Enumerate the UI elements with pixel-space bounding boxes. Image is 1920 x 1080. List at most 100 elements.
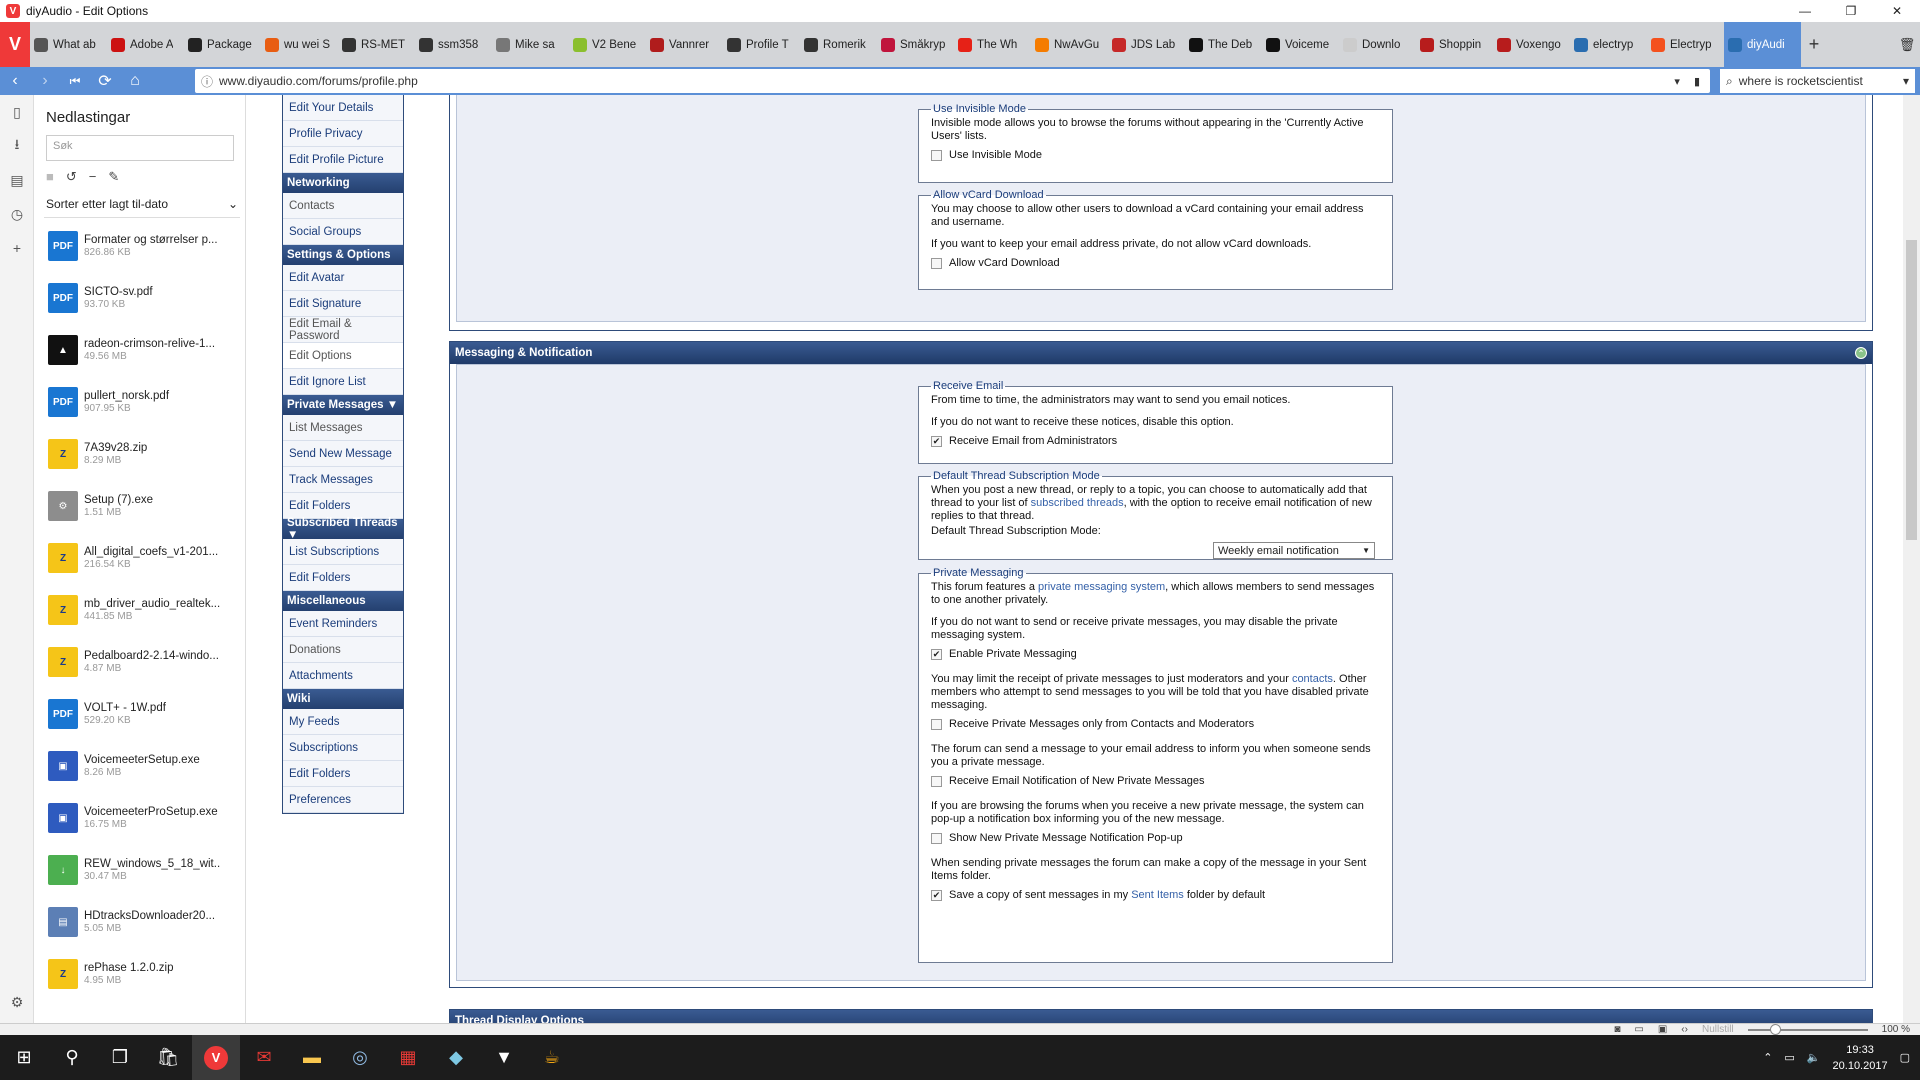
zoom-slider-knob[interactable]: [1769, 1023, 1781, 1035]
invisible-mode-label[interactable]: Use Invisible Mode: [949, 149, 1042, 161]
pm-copy-option[interactable]: ✔ Save a copy of sent messages in my Sen…: [931, 889, 1380, 901]
restore-button[interactable]: ❐: [1828, 0, 1874, 22]
tab-9[interactable]: Profile T: [723, 22, 800, 67]
zoom-reset-button[interactable]: Nullstill: [1702, 1024, 1734, 1035]
voicemeeter-icon[interactable]: ▦: [384, 1035, 432, 1080]
address-field[interactable]: ⓘ www.diyaudio.com/forums/profile.php ▾ …: [195, 69, 1710, 93]
tab-14[interactable]: JDS Lab: [1108, 22, 1185, 67]
nav-item-edit-folders[interactable]: Edit Folders: [283, 761, 403, 787]
download-item[interactable]: ▣ VoicemeeterProSetup.exe 16.75 MB: [34, 792, 245, 844]
scrollbar-thumb[interactable]: [1906, 240, 1917, 540]
pm-popup-option[interactable]: Show New Private Message Notification Po…: [931, 832, 1380, 844]
download-item[interactable]: ⚙ Setup (7).exe 1.51 MB: [34, 480, 245, 532]
nav-item-preferences[interactable]: Preferences: [283, 787, 403, 813]
tab-20[interactable]: electryp: [1570, 22, 1647, 67]
download-item[interactable]: PDF pullert_norsk.pdf 907.95 KB: [34, 376, 245, 428]
contacts-link[interactable]: contacts: [1292, 673, 1333, 685]
nav-item-edit-signature[interactable]: Edit Signature: [283, 291, 403, 317]
screenshot-icon[interactable]: ◙: [1614, 1024, 1620, 1035]
pm-enable-checkbox[interactable]: ✔: [931, 648, 942, 660]
nav-item-edit-profile-picture[interactable]: Edit Profile Picture: [283, 147, 403, 173]
search-engine-dropdown-icon[interactable]: ▾: [1903, 74, 1909, 88]
vcard-checkbox[interactable]: [931, 257, 942, 269]
mail-icon[interactable]: ✉: [240, 1035, 288, 1080]
page-scrollbar[interactable]: [1903, 95, 1920, 1023]
tab-10[interactable]: Romerik: [800, 22, 877, 67]
download-item[interactable]: PDF Formater og størrelser p... 826.86 KB: [34, 220, 245, 272]
download-item[interactable]: ▣ VoicemeeterSetup.exe 8.26 MB: [34, 740, 245, 792]
reload-button[interactable]: ⟳: [90, 67, 120, 95]
vcard-option[interactable]: Allow vCard Download: [931, 257, 1380, 269]
pm-contacts-option[interactable]: Receive Private Messages only from Conta…: [931, 718, 1380, 730]
clear-brush-icon[interactable]: ✎: [108, 169, 119, 185]
downloads-search-input[interactable]: Søk: [46, 135, 234, 161]
home-button[interactable]: ⌂: [120, 67, 150, 95]
back-button[interactable]: ‹: [0, 67, 30, 95]
receive-email-option[interactable]: ✔ Receive Email from Administrators: [931, 435, 1380, 447]
tab-5[interactable]: ssm358: [415, 22, 492, 67]
nav-item-edit-email-password[interactable]: Edit Email & Password: [283, 317, 403, 343]
task-view-icon[interactable]: ❐: [96, 1035, 144, 1080]
subscribed-threads-link[interactable]: subscribed threads: [1031, 497, 1124, 509]
tab-22[interactable]: diyAudi: [1724, 22, 1801, 67]
add-panel-icon[interactable]: +: [0, 231, 34, 265]
tab-8[interactable]: Vannrer: [646, 22, 723, 67]
pm-enable-option[interactable]: ✔ Enable Private Messaging: [931, 648, 1380, 660]
volume-icon[interactable]: 🔈: [1807, 1051, 1821, 1064]
notepad-icon[interactable]: ◆: [432, 1035, 480, 1080]
page-actions-icon[interactable]: ‹›: [1681, 1024, 1688, 1035]
download-item[interactable]: ↓ REW_windows_5_18_wit... 30.47 MB: [34, 844, 245, 896]
network-icon[interactable]: ▭: [1784, 1051, 1794, 1064]
tab-7[interactable]: V2 Bene: [569, 22, 646, 67]
pm-email-option[interactable]: Receive Email Notification of New Privat…: [931, 775, 1380, 787]
download-item[interactable]: Z 7A39v28.zip 8.29 MB: [34, 428, 245, 480]
downloads-sort-select[interactable]: Sorter etter lagt til-dato ⌄: [44, 197, 240, 218]
site-info-icon[interactable]: ⓘ: [195, 73, 219, 90]
remove-icon[interactable]: −: [89, 169, 97, 185]
subscription-mode-select[interactable]: Weekly email notification ▼: [1213, 542, 1375, 559]
settings-gear-icon[interactable]: ⚙: [0, 985, 34, 1019]
download-item[interactable]: ZrePhase 1.2.0.zip 4.95 MB: [34, 948, 245, 1000]
nav-item-attachments[interactable]: Attachments: [283, 663, 403, 689]
pm-copy-label[interactable]: Save a copy of sent messages in my Sent …: [949, 889, 1265, 901]
search-value[interactable]: where is rocketscientist: [1739, 74, 1903, 88]
downloads-icon[interactable]: ⭳: [0, 129, 34, 163]
nav-item-donations[interactable]: Donations: [283, 637, 403, 663]
zoom-slider[interactable]: [1747, 1023, 1868, 1035]
tab-16[interactable]: Voiceme: [1262, 22, 1339, 67]
search-taskbar-icon[interactable]: ⚲: [48, 1035, 96, 1080]
nav-item-track-messages[interactable]: Track Messages: [283, 467, 403, 493]
nav-item-send-new-message[interactable]: Send New Message: [283, 441, 403, 467]
tab-15[interactable]: The Deb: [1185, 22, 1262, 67]
nav-item-edit-your-details[interactable]: Edit Your Details: [283, 95, 403, 121]
trash-icon[interactable]: 🗑: [1894, 22, 1920, 67]
pm-enable-label[interactable]: Enable Private Messaging: [949, 648, 1077, 660]
pm-popup-checkbox[interactable]: [931, 832, 942, 844]
nav-item-subscriptions[interactable]: Subscriptions: [283, 735, 403, 761]
new-tab-button[interactable]: +: [1801, 22, 1827, 67]
download-item[interactable]: Z All_digital_coefs_v1-201... 216.54 KB: [34, 532, 245, 584]
pm-contacts-label[interactable]: Receive Private Messages only from Conta…: [949, 718, 1254, 730]
tab-3[interactable]: wu wei S: [261, 22, 338, 67]
nav-item-contacts[interactable]: Contacts: [283, 193, 403, 219]
nav-item-list-subscriptions[interactable]: List Subscriptions: [283, 539, 403, 565]
download-item[interactable]: Z Pedalboard2-2.14-windo... 4.87 MB: [34, 636, 245, 688]
nav-item-edit-ignore-list[interactable]: Edit Ignore List: [283, 369, 403, 395]
stop-icon[interactable]: ■: [46, 169, 54, 185]
start-windows-icon[interactable]: ⊞: [0, 1035, 48, 1080]
receive-email-label[interactable]: Receive Email from Administrators: [949, 435, 1117, 447]
vivaldi-taskbar-icon[interactable]: V: [192, 1035, 240, 1080]
invisible-mode-checkbox[interactable]: [931, 149, 942, 161]
download-item[interactable]: ▤ HDtracksDownloader20... 5.05 MB: [34, 896, 245, 948]
history-icon[interactable]: ◷: [0, 197, 34, 231]
messaging-section-header[interactable]: Messaging & Notification ⌃: [450, 342, 1872, 364]
steam-icon[interactable]: ◎: [336, 1035, 384, 1080]
tab-12[interactable]: The Wh: [954, 22, 1031, 67]
tab-4[interactable]: RS-MET: [338, 22, 415, 67]
nav-item-my-feeds[interactable]: My Feeds: [283, 709, 403, 735]
download-item[interactable]: PDF SICTO-sv.pdf 93.70 KB: [34, 272, 245, 324]
nav-item-event-reminders[interactable]: Event Reminders: [283, 611, 403, 637]
java-icon[interactable]: ☕: [528, 1035, 576, 1080]
close-button[interactable]: ✕: [1874, 0, 1920, 22]
tab-21[interactable]: Electryp: [1647, 22, 1724, 67]
